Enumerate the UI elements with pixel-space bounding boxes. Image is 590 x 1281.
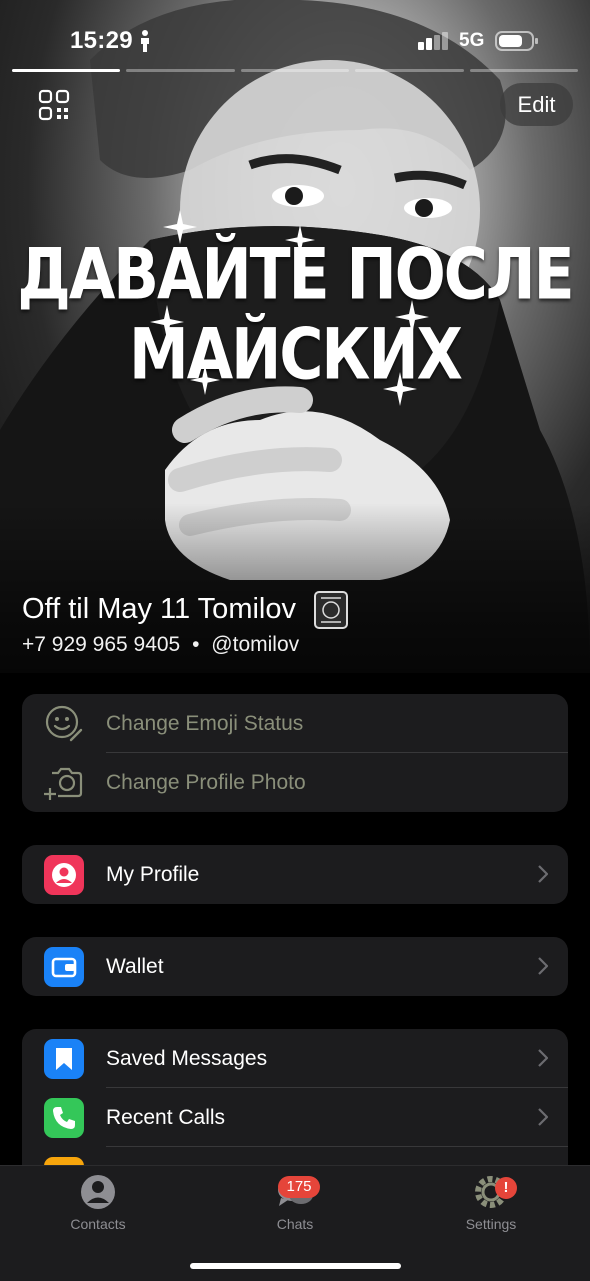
network-type: 5G [459, 30, 485, 51]
status-photo-card: Change Emoji Status Change Profile Photo [22, 694, 568, 812]
sparkle-icon [190, 365, 220, 395]
phone-number[interactable]: +7 929 965 9405 [22, 633, 180, 656]
phone-icon [44, 1098, 84, 1138]
bookmark-icon [44, 1039, 84, 1079]
saved-messages-label: Saved Messages [106, 1047, 268, 1070]
battery-icon [495, 31, 538, 51]
sparkle-icon [285, 225, 315, 255]
change-profile-photo-label: Change Profile Photo [106, 771, 306, 794]
recent-calls-row[interactable]: Recent Calls [22, 1088, 568, 1147]
tab-chats-label: Chats [276, 1216, 314, 1232]
change-profile-photo-row[interactable]: Change Profile Photo [22, 753, 568, 812]
person-standing-icon [141, 30, 149, 52]
home-indicator [190, 1263, 401, 1269]
profile-contact-line: +7 929 965 9405 • @tomilov [22, 633, 299, 657]
story-progress-segment [12, 69, 121, 72]
chevron-right-icon [538, 1049, 548, 1067]
sparkle-icon [163, 210, 197, 244]
saved-messages-row[interactable]: Saved Messages [22, 1029, 568, 1088]
tab-bar: Contacts Chats 175 Settings ! [0, 1165, 590, 1281]
cellular-signal-icon [418, 32, 448, 50]
chevron-right-icon [538, 1108, 548, 1126]
wallet-icon [44, 947, 84, 987]
sparkle-icon [383, 372, 417, 406]
chevron-right-icon [538, 865, 548, 883]
moon-spells-sticker-icon[interactable] [313, 590, 349, 630]
recent-calls-label: Recent Calls [106, 1106, 226, 1129]
wallet-card: Wallet [22, 937, 568, 996]
story-progress-segment [469, 69, 579, 72]
story-progress-segment [240, 69, 350, 72]
username[interactable]: @tomilov [211, 633, 299, 656]
menu-card: Saved Messages Recent Calls [22, 1029, 568, 1179]
wallet-row[interactable]: Wallet [22, 937, 568, 996]
status-bar: 15:29 5G [0, 0, 590, 70]
separator-dot: • [192, 633, 200, 656]
my-profile-card: My Profile [22, 845, 568, 904]
chevron-right-icon [538, 957, 548, 975]
chats-unread-badge: 175 [278, 1176, 320, 1198]
tab-contacts[interactable]: Contacts [38, 1172, 158, 1232]
wallet-label: Wallet [106, 955, 164, 978]
sparkle-icon [395, 300, 429, 334]
change-emoji-status-row[interactable]: Change Emoji Status [22, 694, 568, 753]
story-progress-segment [126, 69, 235, 72]
person-icon [44, 855, 84, 895]
tab-settings[interactable]: Settings ! [431, 1172, 551, 1232]
settings-alert-badge: ! [495, 1177, 517, 1199]
story-caption-line-2: МАЙСКИХ [129, 313, 463, 397]
my-profile-label: My Profile [106, 863, 200, 886]
my-profile-row[interactable]: My Profile [22, 845, 568, 904]
smile-pencil-icon [45, 705, 83, 742]
status-time: 15:29 [70, 27, 133, 54]
sparkle-icon [150, 305, 184, 339]
qr-code-icon[interactable] [38, 89, 70, 121]
change-emoji-status-label: Change Emoji Status [106, 712, 304, 735]
edit-button[interactable]: Edit [500, 83, 573, 126]
tab-contacts-label: Contacts [70, 1216, 126, 1232]
story-progress-segment [355, 69, 464, 72]
story-progress-bars [12, 69, 579, 72]
tab-chats[interactable]: Chats 175 [235, 1172, 355, 1232]
person-circle-icon [81, 1175, 115, 1209]
profile-name: Off til May 11 Tomilov [22, 593, 296, 625]
camera-plus-icon [44, 767, 83, 800]
tab-settings-label: Settings [465, 1216, 517, 1232]
